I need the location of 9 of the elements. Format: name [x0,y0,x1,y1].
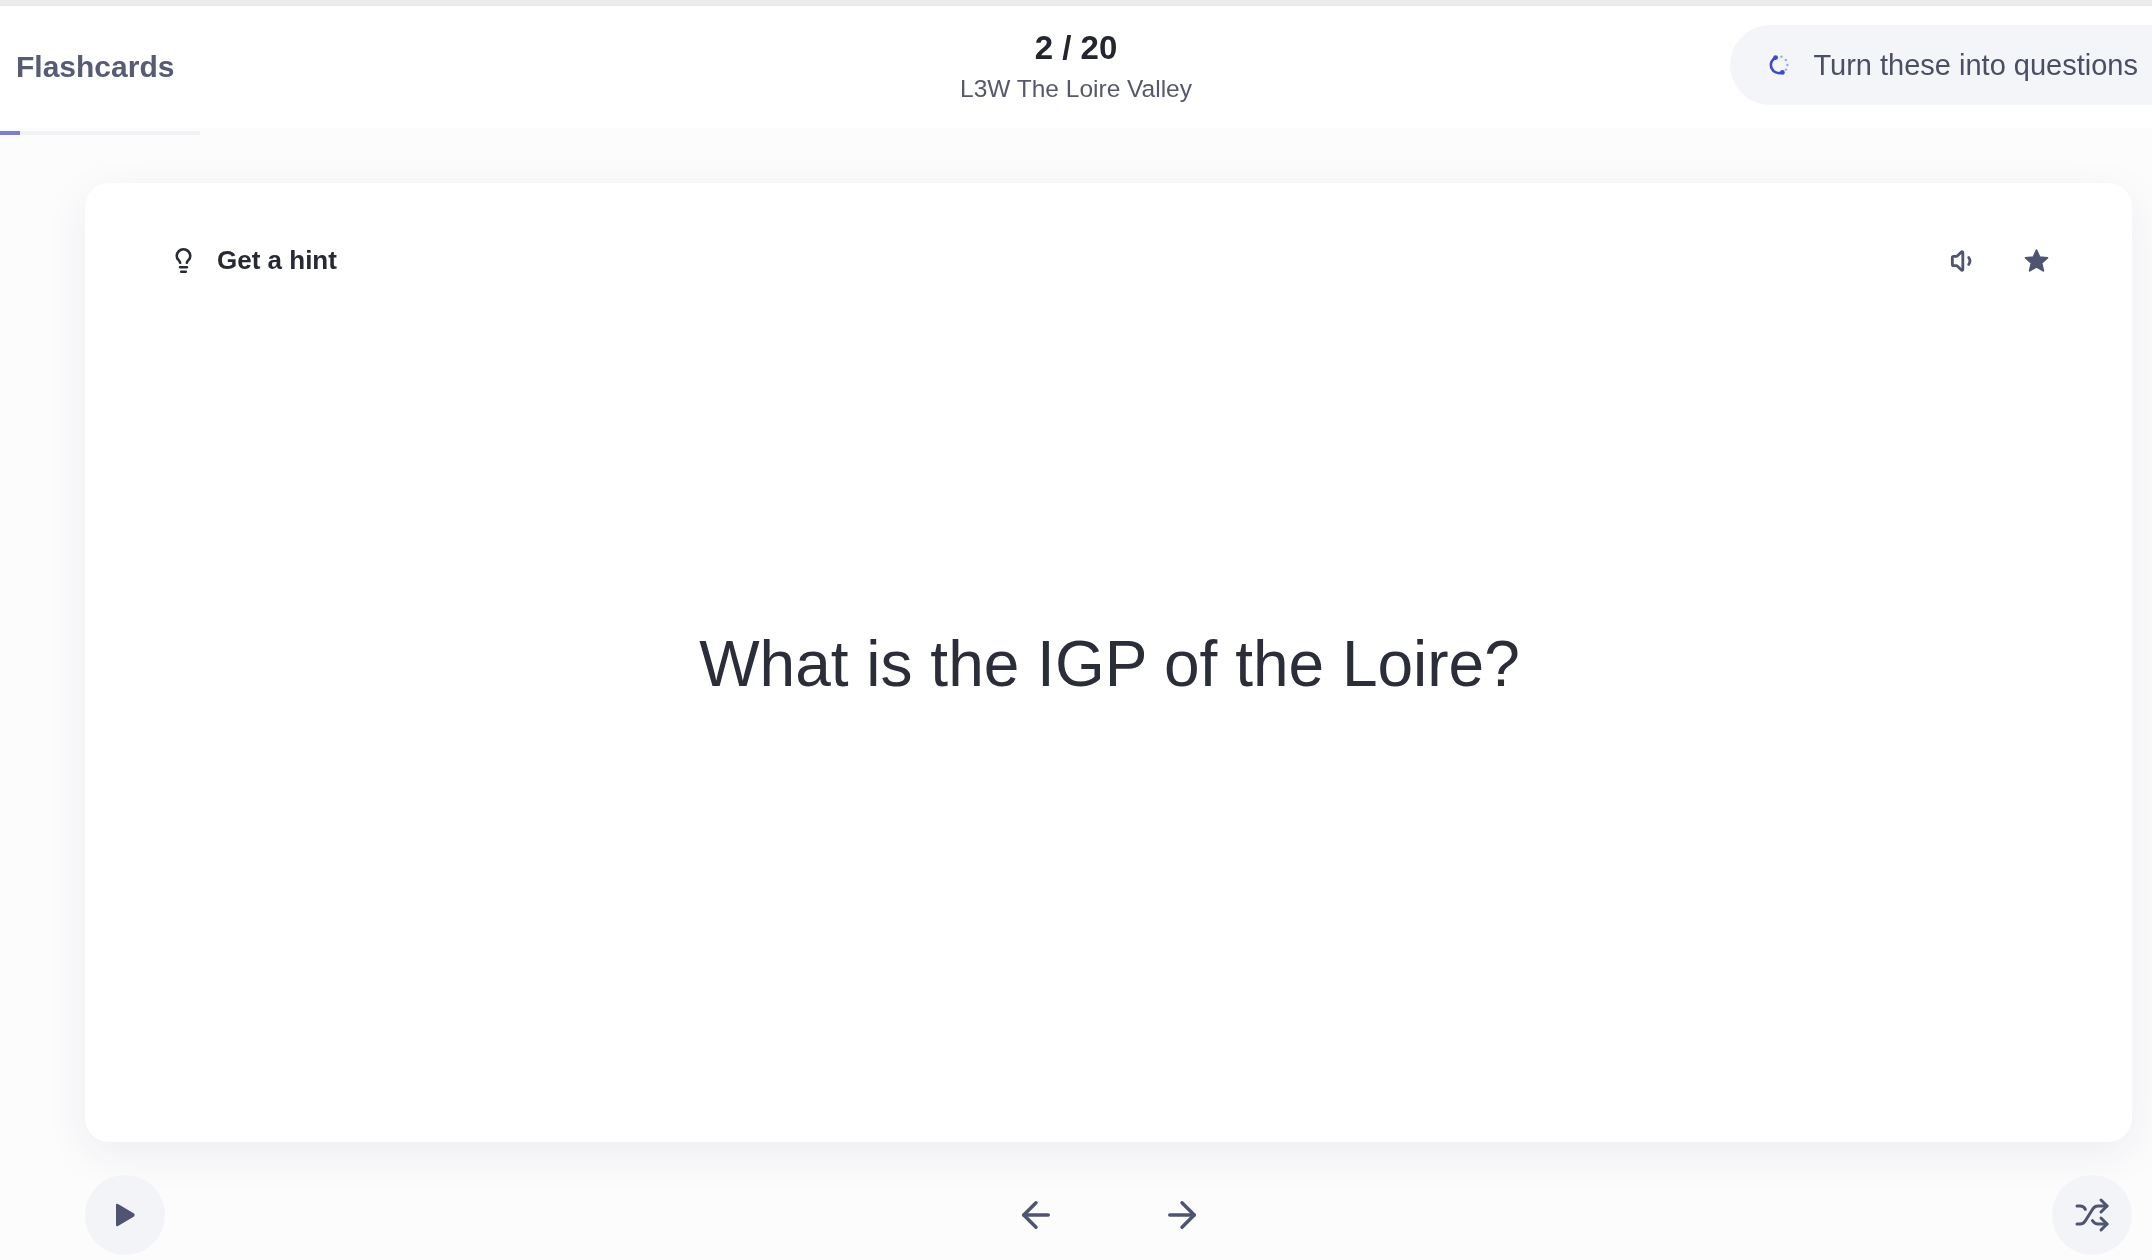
star-icon[interactable] [2024,248,2049,273]
card-counter: 2 / 20 [1034,29,1118,67]
shuffle-icon [2074,1197,2110,1233]
turn-into-questions-button[interactable]: Turn these into questions [1730,25,2152,105]
question-text: What is the IGP of the Loire? [699,627,1520,701]
play-icon [114,1202,136,1228]
deck-title: L3W The Loire Valley [960,75,1192,103]
hint-button[interactable]: Get a hint [170,245,337,276]
page-title: Flashcards [16,50,175,84]
